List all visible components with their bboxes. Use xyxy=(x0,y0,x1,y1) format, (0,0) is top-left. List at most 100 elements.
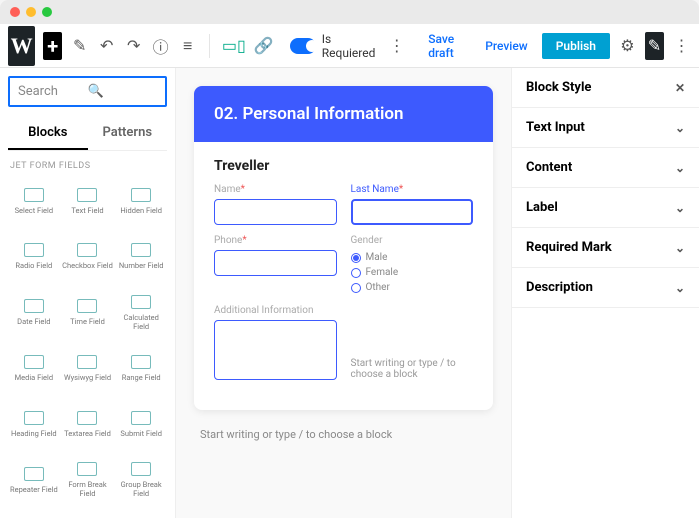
block-item[interactable]: Textarea Field xyxy=(62,400,114,448)
block-item[interactable]: Select Field xyxy=(8,177,60,225)
block-hint[interactable]: Start writing or type / to choose a bloc… xyxy=(351,358,474,380)
section-heading: JET FORM FIELDS xyxy=(10,161,167,171)
block-item-label: Repeater Field xyxy=(10,485,58,494)
block-item[interactable]: Hidden Field xyxy=(115,177,167,225)
styles-icon[interactable]: ✎ xyxy=(645,32,664,60)
block-grid: Select Field Text Field Hidden Field Radio … xyxy=(8,177,167,510)
block-item-label: Calculated Field xyxy=(115,313,167,331)
block-item-icon xyxy=(131,243,151,257)
edit-icon[interactable]: ✎ xyxy=(70,32,89,60)
block-item[interactable]: Repeater Field xyxy=(8,456,60,504)
additional-label: Additional Information xyxy=(214,305,337,316)
block-item[interactable]: Form Break Field xyxy=(62,456,114,504)
inserter-tabs: Blocks Patterns xyxy=(8,117,167,151)
block-item[interactable]: Media Field xyxy=(8,344,60,392)
gender-label: Gender xyxy=(351,235,474,246)
minimize-dot[interactable] xyxy=(26,7,36,17)
divider xyxy=(209,34,210,58)
block-item-label: Text Field xyxy=(71,206,103,215)
block-item[interactable]: Range Field xyxy=(115,344,167,392)
block-item-icon xyxy=(131,411,151,425)
block-item-label: Time Field xyxy=(70,317,105,326)
search-icon: 🔍 xyxy=(88,84,158,99)
block-item-label: Heading Field xyxy=(11,429,57,438)
block-item[interactable]: Checkbox Field xyxy=(62,233,114,281)
gender-male[interactable]: Male xyxy=(351,252,474,263)
tab-patterns[interactable]: Patterns xyxy=(88,117,168,150)
outline-icon[interactable]: ≡ xyxy=(178,32,197,60)
block-item-icon xyxy=(77,462,97,476)
publish-button[interactable]: Publish xyxy=(542,33,610,59)
required-toggle[interactable] xyxy=(290,38,316,54)
block-item-label: Group Break Field xyxy=(115,480,167,498)
block-item-label: Form Break Field xyxy=(62,480,114,498)
sidebar-block-style[interactable]: Block Style✕ xyxy=(512,68,699,108)
block-item-icon xyxy=(77,355,97,369)
block-item-icon xyxy=(77,299,97,313)
search-input[interactable]: Search 🔍 xyxy=(8,76,167,107)
block-item-icon xyxy=(77,411,97,425)
radio-icon xyxy=(351,283,361,293)
block-item[interactable]: Radio Field xyxy=(8,233,60,281)
close-dot[interactable] xyxy=(10,7,20,17)
save-draft-button[interactable]: Save draft xyxy=(422,28,471,64)
block-item-label: Select Field xyxy=(15,206,53,215)
block-item-icon xyxy=(77,188,97,202)
block-item-icon xyxy=(131,295,151,309)
phone-input[interactable] xyxy=(214,250,337,276)
lastname-label: Last Name* xyxy=(351,184,474,195)
block-item[interactable]: Calculated Field xyxy=(115,289,167,337)
required-toggle-label: Is Requiered xyxy=(322,32,379,60)
block-item[interactable]: Group Break Field xyxy=(115,456,167,504)
sidebar-description[interactable]: Description⌄ xyxy=(512,268,699,308)
block-item[interactable]: Number Field xyxy=(115,233,167,281)
undo-icon[interactable]: ↶ xyxy=(97,32,116,60)
window-chrome xyxy=(0,0,699,24)
form-header[interactable]: 02. Personal Information xyxy=(194,86,493,142)
block-item-icon xyxy=(24,411,44,425)
form-block[interactable]: 02. Personal Information Treveller Name*… xyxy=(194,86,493,410)
block-item[interactable]: Text Field xyxy=(62,177,114,225)
info-icon[interactable]: ⓘ xyxy=(151,32,170,60)
name-label: Name* xyxy=(214,184,337,195)
radio-icon xyxy=(351,268,361,278)
block-item-label: Date Field xyxy=(17,317,50,326)
block-item-icon xyxy=(77,243,97,257)
sidebar-content[interactable]: Content⌄ xyxy=(512,148,699,188)
preview-button[interactable]: Preview xyxy=(479,35,534,57)
add-block-button[interactable]: + xyxy=(43,32,62,60)
block-item-icon xyxy=(131,355,151,369)
options-icon[interactable]: ⋮ xyxy=(672,32,691,60)
close-icon[interactable]: ✕ xyxy=(675,81,685,95)
name-input[interactable] xyxy=(214,199,337,225)
sidebar-required-mark[interactable]: Required Mark⌄ xyxy=(512,228,699,268)
gender-female[interactable]: Female xyxy=(351,267,474,278)
canvas-hint[interactable]: Start writing or type / to choose a bloc… xyxy=(200,428,493,441)
block-item-icon xyxy=(131,462,151,476)
block-item-icon xyxy=(131,188,151,202)
sidebar-text-input[interactable]: Text Input⌄ xyxy=(512,108,699,148)
chevron-down-icon: ⌄ xyxy=(675,241,685,255)
group-title[interactable]: Treveller xyxy=(214,158,473,174)
lastname-input[interactable] xyxy=(351,199,474,225)
settings-icon[interactable]: ⚙ xyxy=(618,32,637,60)
redo-icon[interactable]: ↷ xyxy=(124,32,143,60)
block-item-icon xyxy=(24,299,44,313)
block-item[interactable]: Date Field xyxy=(8,289,60,337)
sidebar-label[interactable]: Label⌄ xyxy=(512,188,699,228)
maximize-dot[interactable] xyxy=(42,7,52,17)
wp-logo[interactable]: W xyxy=(8,26,35,66)
breakpoint-icon[interactable]: ▭▯ xyxy=(222,32,246,60)
block-item-label: Media Field xyxy=(15,373,54,382)
block-item[interactable]: Time Field xyxy=(62,289,114,337)
settings-sidebar: Block Style✕ Text Input⌄ Content⌄ Label⌄… xyxy=(511,68,699,518)
editor-canvas[interactable]: 02. Personal Information Treveller Name*… xyxy=(176,68,511,518)
gender-other[interactable]: Other xyxy=(351,282,474,293)
tab-blocks[interactable]: Blocks xyxy=(8,117,88,150)
additional-textarea[interactable] xyxy=(214,320,337,380)
block-item[interactable]: Heading Field xyxy=(8,400,60,448)
block-item[interactable]: Wysiwyg Field xyxy=(62,344,114,392)
link-icon[interactable]: 🔗 xyxy=(254,32,274,60)
more-icon[interactable]: ⋮ xyxy=(387,32,406,60)
block-item[interactable]: Submit Field xyxy=(115,400,167,448)
